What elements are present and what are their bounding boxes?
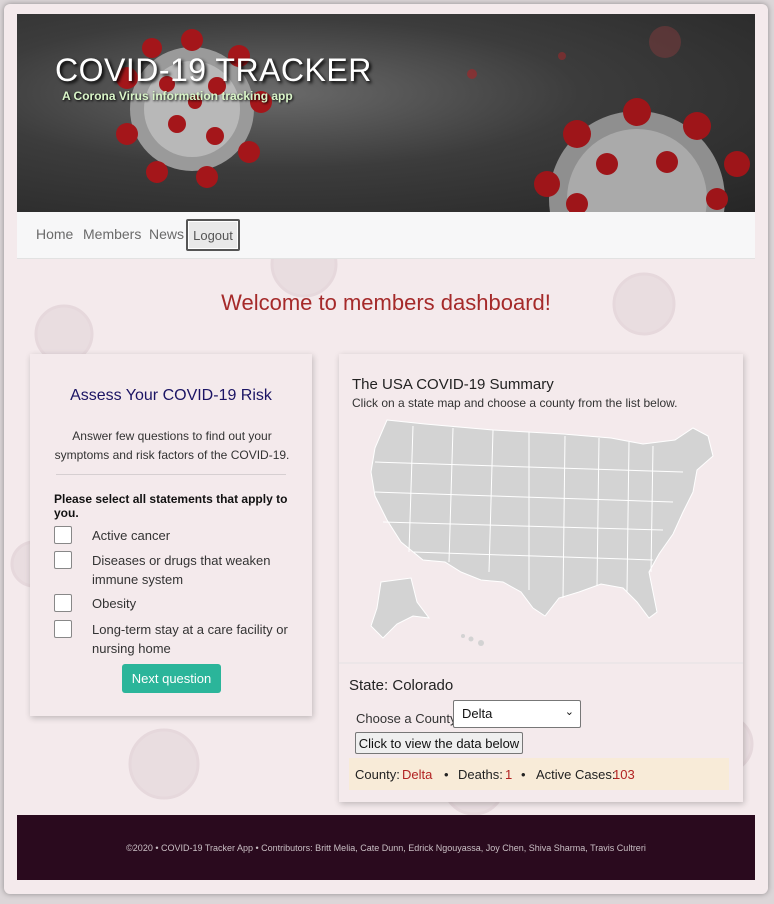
usa-state-map[interactable] xyxy=(353,412,729,650)
active-cases-value: 103 xyxy=(613,767,635,782)
selected-state-label: State: Colorado xyxy=(349,677,454,694)
county-select[interactable]: Delta ⌄ xyxy=(453,700,581,728)
navbar: Home Members News Logout xyxy=(17,212,755,259)
checkbox[interactable] xyxy=(54,526,72,544)
checkbox[interactable] xyxy=(54,594,72,612)
risk-option-label: Diseases or drugs that weaken immune sys… xyxy=(92,553,271,587)
summary-title: The USA COVID-19 Summary xyxy=(352,376,554,393)
select-prompt: Please select all statements that apply … xyxy=(54,492,288,520)
deaths-key: Deaths: xyxy=(458,767,503,782)
checkbox[interactable] xyxy=(54,551,72,569)
risk-option-label: Active cancer xyxy=(92,528,171,543)
county-value: Delta xyxy=(402,767,433,782)
nav-members-link[interactable]: Members xyxy=(83,226,141,242)
county-label: Choose a County: xyxy=(356,711,461,726)
page: COVID-19 TRACKER A Corona Virus informat… xyxy=(4,4,768,894)
county-select-value: Delta xyxy=(462,706,493,721)
checkbox[interactable] xyxy=(54,620,72,638)
site-subtitle: A Corona Virus information tracking app xyxy=(62,89,293,103)
view-data-button[interactable]: Click to view the data below xyxy=(355,732,523,754)
risk-assessment-card: Assess Your COVID-19 Risk Answer few que… xyxy=(30,354,312,716)
usa-summary-card: The USA COVID-19 Summary Click on a stat… xyxy=(339,354,743,802)
summary-instructions: Click on a state map and choose a county… xyxy=(352,396,678,410)
county-key: County: xyxy=(355,767,400,782)
welcome-heading: Welcome to members dashboard! xyxy=(221,290,551,315)
footer-credits: ©2020 • COVID-19 Tracker App • Contribut… xyxy=(126,843,646,853)
footer: ©2020 • COVID-19 Tracker App • Contribut… xyxy=(17,815,755,880)
deaths-value: 1 xyxy=(505,767,513,782)
coronavirus-illustration xyxy=(116,26,750,212)
hawaii-shape[interactable] xyxy=(461,634,484,646)
nav-news-link[interactable]: News xyxy=(149,226,184,242)
section-separator xyxy=(339,662,743,664)
header-banner: COVID-19 TRACKER A Corona Virus informat… xyxy=(17,14,755,212)
divider xyxy=(56,474,286,475)
active-cases-key: Active Cases: xyxy=(536,767,616,782)
usa-mainland-shape[interactable] xyxy=(370,419,714,619)
risk-description: Answer few questions to find out your sy… xyxy=(54,429,290,462)
county-result-bar: County: Delta • Deaths: 1 • Active Cases… xyxy=(349,758,729,790)
nav-home-link[interactable]: Home xyxy=(36,226,73,242)
risk-option-label: Long-term stay at a care facility or nur… xyxy=(92,622,288,656)
bullet-separator: • xyxy=(444,767,449,782)
risk-option-label: Obesity xyxy=(92,596,137,611)
alaska-shape[interactable] xyxy=(370,577,431,639)
risk-title: Assess Your COVID-19 Risk xyxy=(70,387,272,404)
logout-button[interactable]: Logout xyxy=(186,219,240,251)
next-question-button[interactable]: Next question xyxy=(122,664,221,693)
chevron-down-icon: ⌄ xyxy=(564,706,574,718)
site-title: COVID-19 TRACKER xyxy=(55,52,372,88)
bullet-separator: • xyxy=(521,767,526,782)
